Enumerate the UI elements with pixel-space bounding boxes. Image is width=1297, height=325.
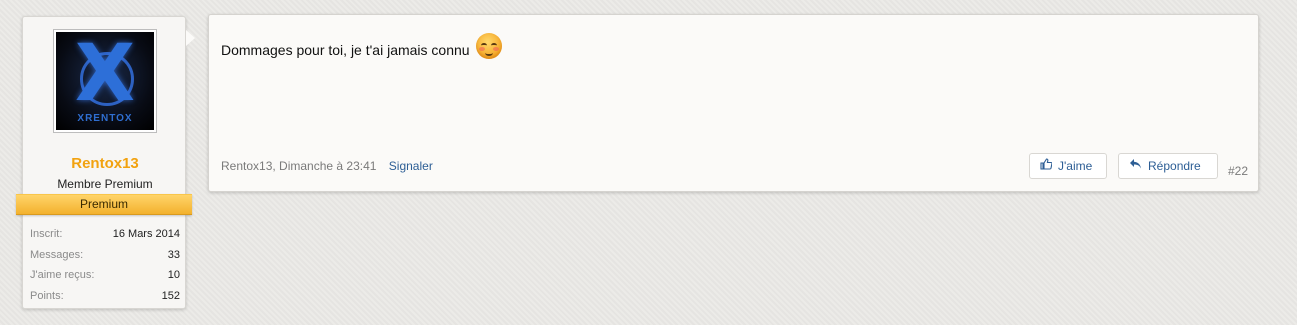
stat-value: 10	[167, 269, 180, 281]
like-button[interactable]: J'aime	[1029, 153, 1107, 179]
post-meta: Rentox13, Dimanche à 23:41 Signaler	[221, 159, 433, 173]
report-link[interactable]: Signaler	[389, 159, 433, 173]
avatar[interactable]: X XRENTOX	[53, 29, 157, 133]
reply-button[interactable]: Répondre	[1118, 153, 1218, 179]
stat-row-joined: Inscrit: 16 Mars 2014	[30, 224, 180, 245]
flushed-face-emoji-icon	[475, 33, 502, 59]
avatar-text: XRENTOX	[77, 113, 133, 124]
stat-value[interactable]: 152	[162, 286, 180, 307]
stat-label: J'aime reçus:	[30, 269, 95, 281]
stat-row-likes: J'aime reçus: 10	[30, 265, 180, 286]
avatar-image: X XRENTOX	[56, 32, 154, 130]
reply-label: Répondre	[1148, 159, 1201, 173]
stat-row-messages: Messages: 33	[30, 245, 180, 266]
message-pointer-arrow	[186, 30, 195, 46]
post-number[interactable]: #22	[1228, 164, 1248, 178]
stat-row-points: Points: 152	[30, 286, 180, 307]
stat-label: Messages:	[30, 248, 84, 261]
message-text: Dommages pour toi, je t'ai jamais connu	[221, 42, 470, 58]
thumbs-up-icon	[1040, 154, 1053, 178]
stat-label: Points:	[30, 289, 64, 302]
user-info-panel: X XRENTOX Rentox13 Membre Premium Premiu…	[16, 16, 192, 309]
avatar-letter: X	[74, 32, 136, 119]
reply-arrow-icon	[1129, 154, 1142, 178]
user-title: Membre Premium	[57, 177, 153, 191]
premium-banner: Premium	[16, 194, 192, 215]
like-label: J'aime	[1058, 159, 1093, 173]
stat-value: 16 Mars 2014	[112, 228, 180, 240]
post-author-date[interactable]: Rentox13, Dimanche à 23:41	[221, 159, 376, 173]
username[interactable]: Rentox13	[23, 155, 187, 172]
user-stats: Inscrit: 16 Mars 2014 Messages: 33 J'aim…	[30, 224, 180, 306]
stat-value[interactable]: 33	[168, 245, 180, 266]
message-body: Dommages pour toi, je t'ai jamais connu …	[208, 14, 1259, 192]
message-content: Dommages pour toi, je t'ai jamais connu	[221, 33, 502, 63]
stat-label: Inscrit:	[30, 228, 63, 240]
